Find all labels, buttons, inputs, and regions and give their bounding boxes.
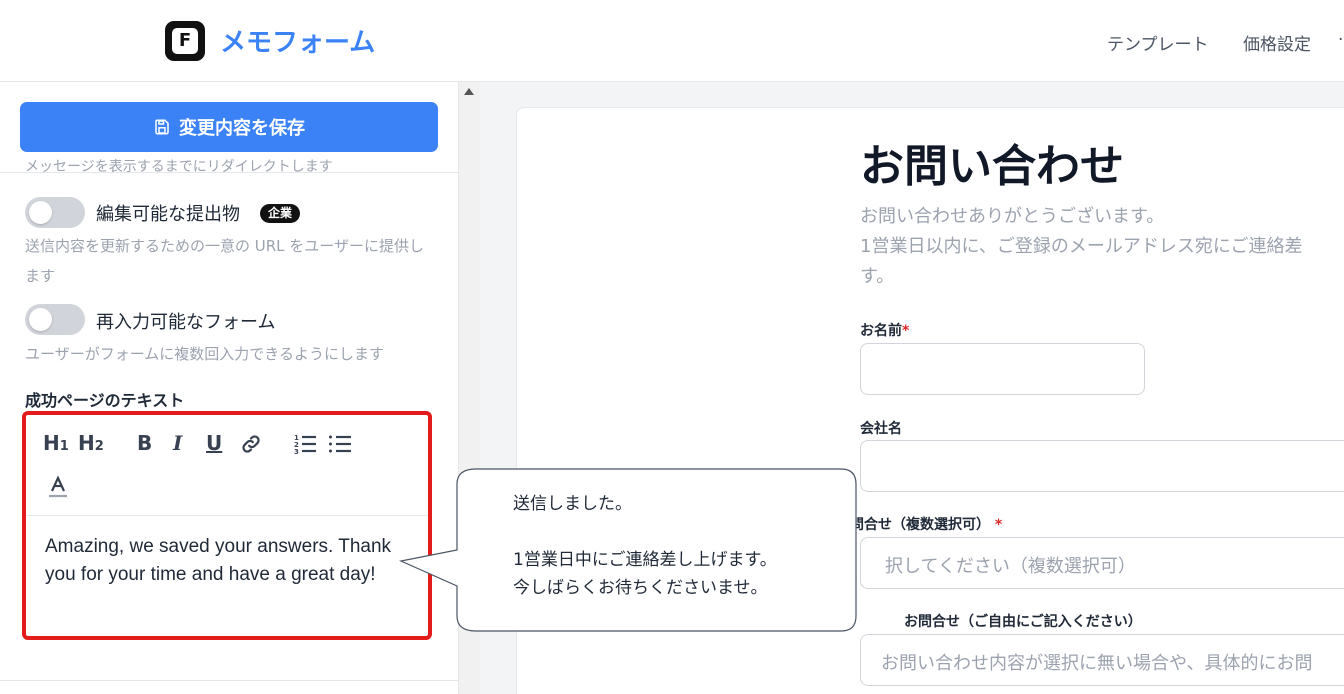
inquiry-type-select[interactable]: 択してください（複数選択可） xyxy=(860,537,1344,589)
top-navigation-bar: F メモフォーム テンプレート 価格設定 · xyxy=(0,0,1344,82)
save-changes-button[interactable]: 変更内容を保存 xyxy=(20,102,438,152)
nav-templates[interactable]: テンプレート xyxy=(1107,30,1209,55)
settings-panel: 変更内容を保存 メッセージを表示するまでにリダイレクトします 編集可能な提出物 … xyxy=(0,82,458,694)
svg-text:3: 3 xyxy=(294,448,299,455)
callout-line: 今しばらくお待ちくださいませ。 xyxy=(513,578,768,598)
text-color-icon[interactable] xyxy=(47,475,69,499)
inquiry-free-text-input[interactable]: お問い合わせ内容が選択に無い場合や、具体的にお問 xyxy=(860,634,1344,686)
logo-letter: F xyxy=(172,28,198,54)
scroll-up-arrow-icon[interactable] xyxy=(464,88,474,95)
ordered-list-icon[interactable]: 123 xyxy=(293,433,317,455)
link-icon[interactable] xyxy=(240,433,262,455)
nav-more[interactable]: · xyxy=(1338,30,1343,50)
divider xyxy=(0,680,458,681)
clipped-description: メッセージを表示するまでにリダイレクトします xyxy=(25,159,333,175)
form-description-line: お問い合わせありがとうございます。 xyxy=(860,206,1165,227)
heading2-button[interactable]: H2 xyxy=(78,431,104,455)
callout-line xyxy=(513,518,777,546)
nav-pricing[interactable]: 価格設定 xyxy=(1243,30,1311,55)
translation-callout: 送信しました。 1営業日中にご連絡差し上げます。 今しばらくお待ちくださいませ。 xyxy=(399,468,913,632)
save-icon xyxy=(155,119,169,135)
company-input[interactable] xyxy=(860,440,1344,492)
reenterable-form-toggle[interactable] xyxy=(25,304,85,335)
success-text-editor: H1 H2 B I U 123 Amazing, we saved your a… xyxy=(22,411,432,640)
form-description-line: 1営業日以内に、ご登録のメールアドレス宛にご連絡差 xyxy=(860,236,1303,257)
enterprise-badge: 企業 xyxy=(260,204,301,223)
name-input[interactable] xyxy=(860,343,1145,395)
editor-content[interactable]: Amazing, we saved your answers. Thank yo… xyxy=(45,533,415,589)
logo-icon[interactable]: F xyxy=(165,21,205,61)
inquiry-type-placeholder: 択してください（複数選択可） xyxy=(885,556,1136,577)
form-description: お問い合わせありがとうございます。 1営業日以内に、ご登録のメールアドレス宛にご… xyxy=(860,202,1303,292)
save-button-label: 変更内容を保存 xyxy=(179,118,305,139)
success-page-text-title: 成功ページのテキスト xyxy=(25,391,185,410)
underline-button[interactable]: U xyxy=(206,431,222,455)
editable-submissions-description: 送信内容を更新するための一意の URL をユーザーに提供します xyxy=(25,237,424,285)
bold-button[interactable]: B xyxy=(137,431,152,455)
form-title: お問い合わせ xyxy=(860,141,1124,192)
editor-toolbar: H1 H2 B I U 123 xyxy=(26,415,428,516)
divider xyxy=(0,172,458,173)
name-field-label: お名前* xyxy=(860,323,910,339)
bullet-list-icon[interactable] xyxy=(328,433,352,455)
callout-line: 1営業日中にご連絡差し上げます。 xyxy=(513,550,777,570)
italic-button[interactable]: I xyxy=(173,431,182,455)
callout-text: 送信しました。 1営業日中にご連絡差し上げます。 今しばらくお待ちくださいませ。 xyxy=(513,490,777,602)
app-name[interactable]: メモフォーム xyxy=(220,22,375,59)
company-field-label: 会社名 xyxy=(860,421,902,437)
reenterable-form-description: ユーザーがフォームに複数回入力できるようにします xyxy=(25,345,384,363)
inquiry-free-text-label: お問合せ（ご自由にご記入ください） xyxy=(904,614,1142,630)
editable-submissions-toggle[interactable] xyxy=(25,197,85,228)
inquiry-free-text-placeholder: お問い合わせ内容が選択に無い場合や、具体的にお問 xyxy=(881,653,1313,674)
form-description-line: す。 xyxy=(860,266,895,287)
heading1-button[interactable]: H1 xyxy=(43,431,69,455)
editable-submissions-label: 編集可能な提出物 xyxy=(96,204,240,225)
reenterable-form-label: 再入力可能なフォーム xyxy=(96,312,276,333)
callout-line: 送信しました。 xyxy=(513,494,632,514)
